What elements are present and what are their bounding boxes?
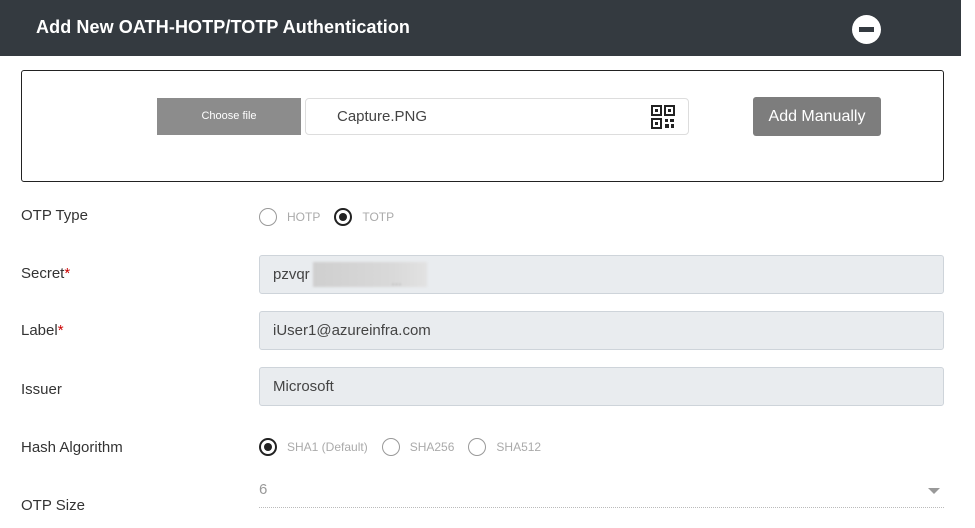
radio-unchecked-icon bbox=[468, 438, 487, 456]
hash-option-sha256[interactable]: SHA256 bbox=[381, 438, 455, 456]
otp-type-radio-group: HOTP TOTP bbox=[259, 208, 408, 226]
issuer-input[interactable]: Microsoft bbox=[259, 367, 944, 406]
radio-label: SHA1 (Default) bbox=[287, 440, 368, 454]
redaction-block: … bbox=[313, 262, 427, 288]
otp-type-label: OTP Type bbox=[21, 207, 88, 224]
file-name: Capture.PNG bbox=[337, 108, 428, 125]
panel-header: Add New OATH-HOTP/TOTP Authentication bbox=[0, 0, 961, 56]
issuer-label: Issuer bbox=[21, 381, 62, 398]
secret-label: Secret* bbox=[21, 265, 70, 282]
hash-option-sha512[interactable]: SHA512 bbox=[468, 438, 541, 456]
otp-size-label: OTP Size bbox=[21, 497, 85, 514]
radio-unchecked-icon bbox=[381, 438, 400, 456]
qr-code-icon bbox=[651, 105, 675, 129]
redacted-suffix: … bbox=[391, 276, 402, 288]
otp-type-option-hotp[interactable]: HOTP bbox=[259, 208, 320, 226]
secret-label-text: Secret bbox=[21, 265, 65, 282]
radio-label: SHA256 bbox=[409, 440, 455, 454]
radio-checked-icon bbox=[334, 208, 353, 226]
hash-algorithm-label: Hash Algorithm bbox=[21, 439, 123, 456]
qr-upload-box: Choose file Capture.PNG Add Manually bbox=[21, 70, 944, 182]
radio-label: HOTP bbox=[287, 210, 321, 224]
file-name-field[interactable]: Capture.PNG bbox=[305, 98, 689, 135]
choose-file-button[interactable]: Choose file bbox=[157, 98, 301, 135]
secret-value: pzvqr bbox=[273, 266, 310, 283]
label-input[interactable]: iUser1@azureinfra.com bbox=[259, 311, 944, 350]
radio-label: TOTP bbox=[362, 210, 395, 224]
radio-label: SHA512 bbox=[496, 440, 542, 454]
minus-circle-icon[interactable] bbox=[852, 15, 881, 44]
radio-checked-icon bbox=[259, 438, 277, 456]
secret-input[interactable]: pzvqr … bbox=[259, 255, 944, 294]
required-marker: * bbox=[64, 265, 71, 282]
add-manually-button[interactable]: Add Manually bbox=[753, 97, 881, 136]
otp-size-select[interactable]: 6 bbox=[259, 474, 944, 508]
otp-type-option-totp[interactable]: TOTP bbox=[334, 208, 394, 226]
hash-option-sha1[interactable]: SHA1 (Default) bbox=[259, 438, 368, 456]
label-field-label: Label* bbox=[21, 322, 64, 339]
otp-size-value: 6 bbox=[259, 481, 268, 498]
required-marker: * bbox=[57, 322, 64, 339]
minus-bar bbox=[859, 27, 874, 32]
hash-algorithm-radio-group: SHA1 (Default) SHA256 SHA512 bbox=[259, 438, 555, 456]
radio-unchecked-icon bbox=[259, 208, 277, 226]
label-field-label-text: Label bbox=[21, 322, 58, 339]
panel-title: Add New OATH-HOTP/TOTP Authentication bbox=[36, 17, 411, 37]
chevron-down-icon bbox=[928, 488, 940, 494]
